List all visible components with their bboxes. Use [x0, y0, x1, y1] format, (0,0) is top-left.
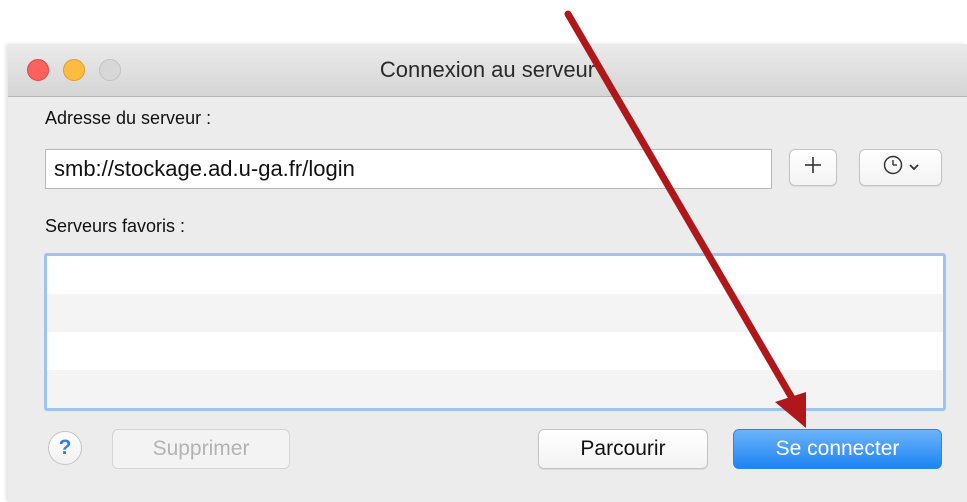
delete-button[interactable]: Supprimer: [112, 429, 290, 469]
connect-to-server-dialog: Connexion au serveur Adresse du serveur …: [8, 44, 967, 502]
add-favorite-button[interactable]: [789, 149, 837, 186]
clock-icon: [882, 154, 904, 181]
window-title: Connexion au serveur: [379, 57, 596, 82]
favorite-servers-list[interactable]: [44, 253, 946, 411]
question-icon: ?: [58, 436, 72, 459]
list-row: [47, 332, 943, 370]
chevron-down-icon: [908, 159, 920, 177]
list-row: [47, 294, 943, 332]
connect-button[interactable]: Se connecter: [733, 429, 942, 469]
server-address-input[interactable]: [45, 149, 772, 189]
plus-icon: [803, 155, 823, 180]
browse-button[interactable]: Parcourir: [538, 429, 708, 469]
server-address-label: Adresse du serveur :: [45, 108, 212, 128]
title-bar: Connexion au serveur: [8, 44, 967, 97]
list-row: [47, 256, 943, 294]
recent-servers-button[interactable]: [859, 149, 942, 186]
favorite-servers-label: Serveurs favoris :: [45, 216, 186, 236]
help-button[interactable]: ?: [48, 431, 82, 465]
screen: Connexion au serveur Adresse du serveur …: [0, 0, 967, 502]
list-row: [47, 370, 943, 408]
